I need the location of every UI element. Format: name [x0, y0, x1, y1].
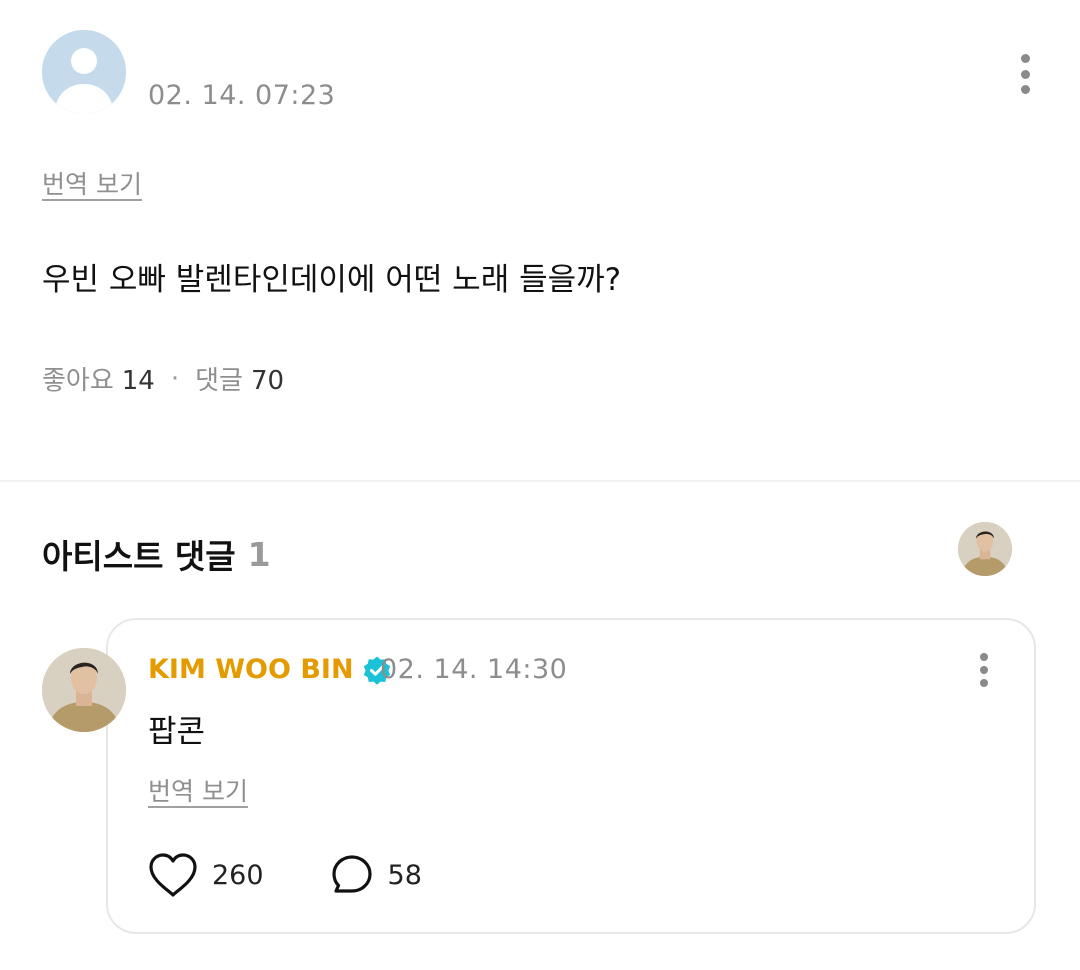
artist-comments-count: 1	[247, 534, 271, 574]
comments-stat[interactable]: 댓글 70	[195, 360, 284, 397]
likes-count: 14	[121, 366, 155, 396]
comment-translate-link[interactable]: 번역 보기	[148, 772, 248, 808]
more-vertical-icon	[980, 653, 988, 661]
comments-label: 댓글	[195, 366, 243, 396]
artist-photo-icon	[42, 648, 126, 732]
post-more-button[interactable]	[1010, 50, 1040, 98]
post-stats: 좋아요 14 · 댓글 70	[42, 360, 284, 397]
heart-icon	[149, 853, 197, 897]
like-count: 260	[212, 859, 264, 891]
artist-avatar-small[interactable]	[958, 522, 1012, 576]
speech-bubble-icon	[331, 855, 372, 893]
post-translate-link[interactable]: 번역 보기	[42, 165, 142, 201]
artist-comments-title: 아티스트 댓글	[42, 537, 236, 576]
like-button[interactable]: 260	[148, 852, 264, 898]
comment-more-button[interactable]	[970, 653, 998, 687]
section-divider	[0, 480, 1080, 482]
comments-count: 70	[250, 366, 285, 396]
reply-count: 58	[387, 859, 422, 891]
stat-separator: ·	[170, 363, 180, 394]
reply-button[interactable]: 58	[330, 853, 422, 897]
user-avatar-default[interactable]	[42, 30, 126, 114]
author-name: KIM WOO BIN	[148, 654, 354, 685]
more-vertical-icon	[1020, 54, 1030, 63]
likes-label: 좋아요	[42, 366, 114, 396]
artist-avatar[interactable]	[42, 648, 126, 732]
comment-text: 팝콘	[148, 714, 206, 750]
comment-author[interactable]: KIM WOO BIN	[148, 654, 392, 685]
artist-comments-heading: 아티스트 댓글 1	[42, 530, 271, 578]
post-timestamp: 02. 14. 07:23	[148, 80, 336, 111]
default-user-icon	[42, 30, 126, 114]
likes-stat[interactable]: 좋아요 14	[42, 360, 155, 397]
artist-photo-icon	[958, 522, 1012, 576]
post-body-text: 우빈 오빠 발렌타인데이에 어떤 노래 들을까?	[42, 262, 622, 298]
comment-actions: 260 58	[148, 852, 422, 898]
comment-timestamp: 02. 14. 14:30	[380, 654, 568, 685]
